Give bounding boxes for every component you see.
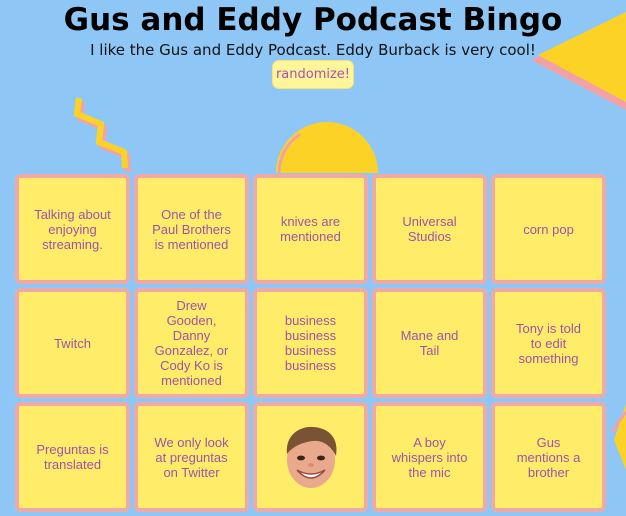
page-title: Gus and Eddy Podcast Bingo [63,2,563,38]
bingo-cell-label: corn pop [523,221,574,237]
bingo-cell-label: Preguntas is translated [36,442,109,472]
bingo-cell-label: Talking about enjoying streaming. [34,206,111,252]
bingo-cell[interactable]: Preguntas is translated [15,402,130,512]
bingo-cell-label: Gus mentions a brother [516,434,581,480]
bingo-cell[interactable]: Mane and Tail [372,288,487,398]
bingo-cell-label: A boy whispers into the mic [391,434,468,480]
corner-triangle-shape [614,404,626,470]
zigzag-shape [73,97,128,169]
half-circle-shape [276,122,378,173]
bingo-cell[interactable]: Talking about enjoying streaming. [15,174,130,284]
bingo-cell-label: knives are mentioned [280,214,341,244]
bingo-cell[interactable]: We only look at preguntas on Twitter [134,402,249,512]
bingo-cell[interactable]: corn pop [491,174,606,284]
free-space-cell[interactable] [253,402,368,512]
bingo-cell-label: One of the Paul Brothers is mentioned [152,206,231,252]
zigzag-shadow [76,101,131,173]
bingo-cell-label: We only look at preguntas on Twitter [154,434,229,480]
bingo-cell-label: Drew Gooden, Danny Gonzalez, or Cody Ko … [154,298,229,388]
bingo-cell[interactable]: business business business business [253,288,368,398]
bingo-cell[interactable]: One of the Paul Brothers is mentioned [134,174,249,284]
corner-triangle-outline [610,411,626,433]
bingo-cell[interactable]: A boy whispers into the mic [372,402,487,512]
bingo-cell[interactable]: Tony is told to edit something [491,288,606,398]
bingo-cell-label: Tony is told to edit something [515,320,582,366]
bingo-cell[interactable]: Universal Studios [372,174,487,284]
bingo-board: Talking about enjoying streaming. One of… [13,172,608,514]
page-subtitle: I like the Gus and Eddy Podcast. Eddy Bu… [90,41,536,59]
bingo-cell[interactable]: Twitch [15,288,130,398]
bingo-cell[interactable]: Drew Gooden, Danny Gonzalez, or Cody Ko … [134,288,249,398]
bingo-cell-label: Mane and Tail [400,328,459,358]
half-circle-outline [277,132,301,174]
bingo-cell-label: Twitch [54,335,91,351]
bingo-cell-label: Universal Studios [402,214,457,244]
randomize-button[interactable]: randomize! [272,60,354,89]
eddy-face-icon [286,426,337,488]
bingo-cell-label: business business business business [284,313,337,373]
bingo-cell[interactable]: knives are mentioned [253,174,368,284]
bingo-cell[interactable]: Gus mentions a brother [491,402,606,512]
